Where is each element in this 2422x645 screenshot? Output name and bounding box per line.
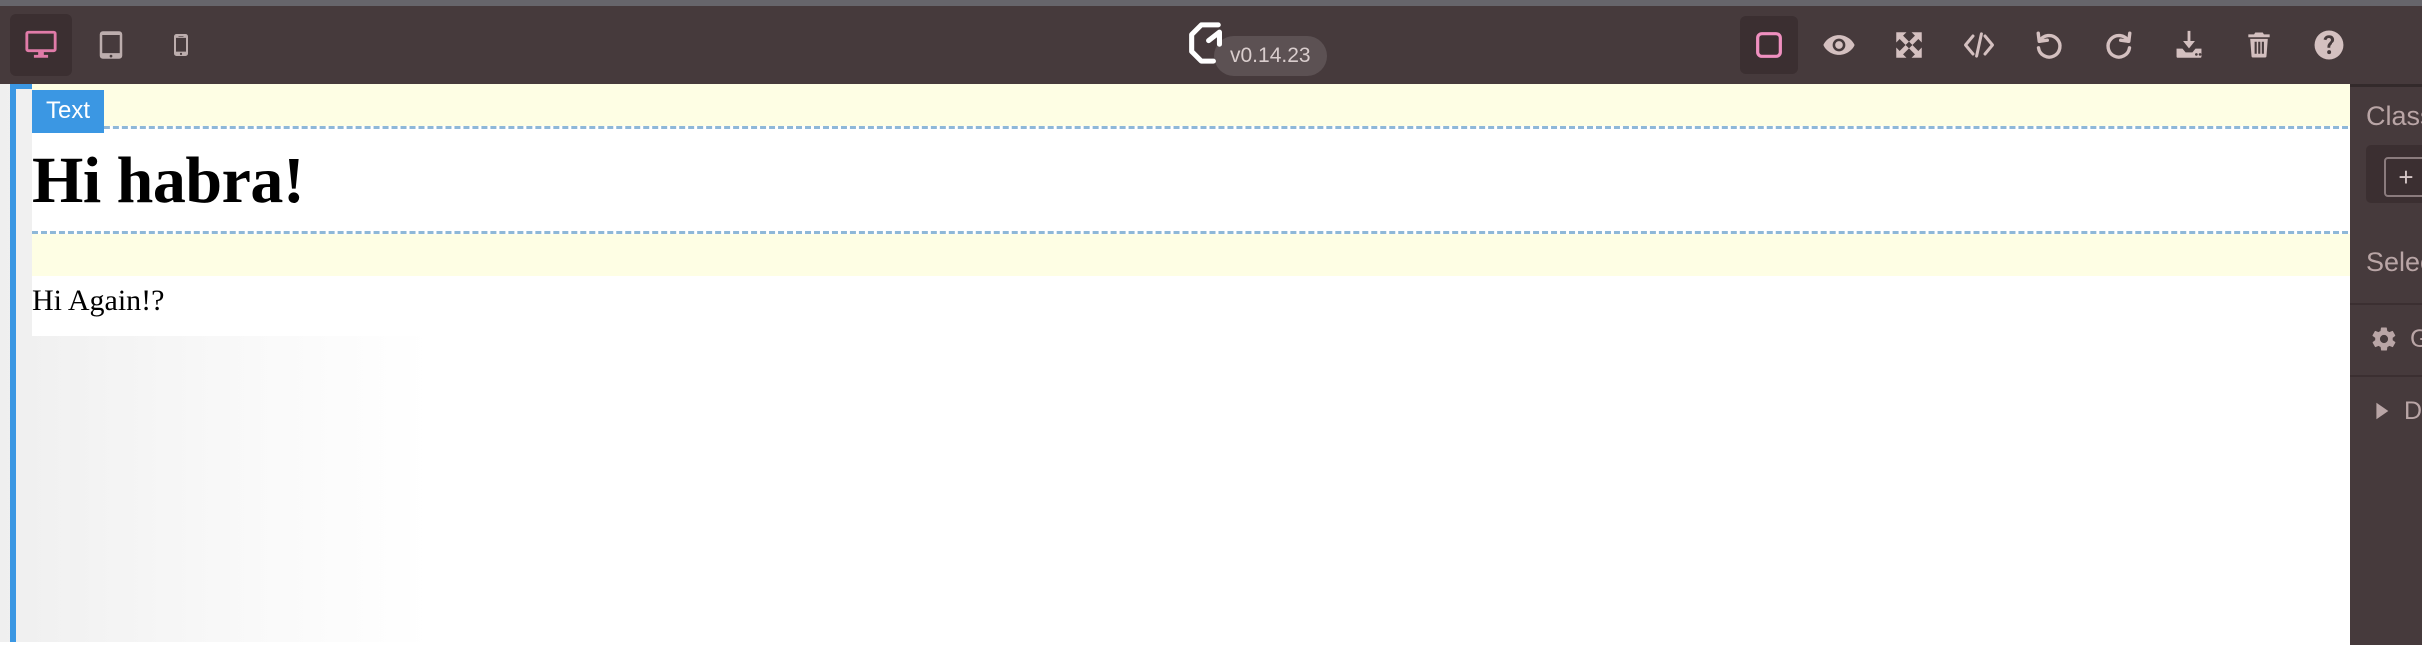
right-settings-panel: Classes + Selected General Dimension: [2350, 84, 2422, 645]
device-button-desktop[interactable]: [10, 14, 72, 76]
fullscreen-arrows-icon: [1892, 28, 1926, 62]
grapesjs-editor: v0.14.23 Hi habra! Hi Again!? Text Clas …: [0, 0, 2422, 645]
style-sector-dimension[interactable]: Dimension: [2350, 375, 2422, 445]
classes-section-label: Classes: [2366, 101, 2422, 131]
device-switcher: [10, 6, 220, 84]
device-button-tablet[interactable]: [80, 14, 142, 76]
code-brackets-icon: [1961, 27, 1997, 63]
device-button-mobile[interactable]: [150, 14, 212, 76]
add-class-button[interactable]: +: [2384, 157, 2422, 197]
undo-arrow-icon: [2032, 28, 2066, 62]
editor-actions: [1728, 6, 2358, 84]
action-undo-button[interactable]: [2020, 16, 2078, 74]
desktop-icon: [24, 28, 58, 62]
component-name-badge: Text: [32, 90, 105, 133]
canvas-paragraph-block[interactable]: Hi Again!?: [32, 276, 2350, 336]
redo-arrow-icon: [2102, 28, 2136, 62]
top-toolbar: v0.14.23: [0, 6, 2422, 84]
version-badge: v0.14.23: [1214, 35, 1327, 76]
wrapper-highlight-bottom: [32, 234, 2350, 276]
editor-canvas[interactable]: Hi habra! Hi Again!? Text: [0, 84, 2350, 642]
brand-inner: v0.14.23: [1182, 14, 1327, 77]
action-preview-button[interactable]: [1810, 16, 1868, 74]
eye-icon: [1822, 28, 1856, 62]
action-fullscreen-button[interactable]: [1880, 16, 1938, 74]
canvas-heading[interactable]: Hi habra!: [32, 129, 2350, 233]
action-clear-canvas-button[interactable]: [2230, 16, 2288, 74]
square-outline-icon: [1753, 29, 1785, 61]
gear-icon: [2370, 325, 2398, 353]
action-redo-button[interactable]: [2090, 16, 2148, 74]
style-sector-dimension-label: Dimension: [2404, 396, 2422, 425]
action-borders-button[interactable]: [1740, 16, 1798, 74]
question-circle-icon: [2312, 28, 2346, 62]
style-sector-general[interactable]: General: [2350, 303, 2422, 373]
selection-frame: Hi habra! Hi Again!? Text: [10, 84, 2350, 642]
selected-text-component[interactable]: Hi habra!: [32, 126, 2350, 234]
action-export-code-button[interactable]: [1950, 16, 2008, 74]
trash-icon: [2243, 29, 2275, 61]
action-help-button[interactable]: [2300, 16, 2358, 74]
tablet-icon: [96, 30, 126, 60]
wrapper-highlight-top: [32, 84, 2350, 126]
action-import-button[interactable]: [2160, 16, 2218, 74]
selected-target-label: Selected: [2366, 247, 2422, 277]
canvas-paragraph[interactable]: Hi Again!?: [32, 276, 2350, 326]
style-sector-general-label: General: [2410, 325, 2422, 354]
download-tray-icon: [2172, 28, 2206, 62]
mobile-icon: [169, 33, 193, 57]
caret-right-icon: [2370, 400, 2392, 422]
